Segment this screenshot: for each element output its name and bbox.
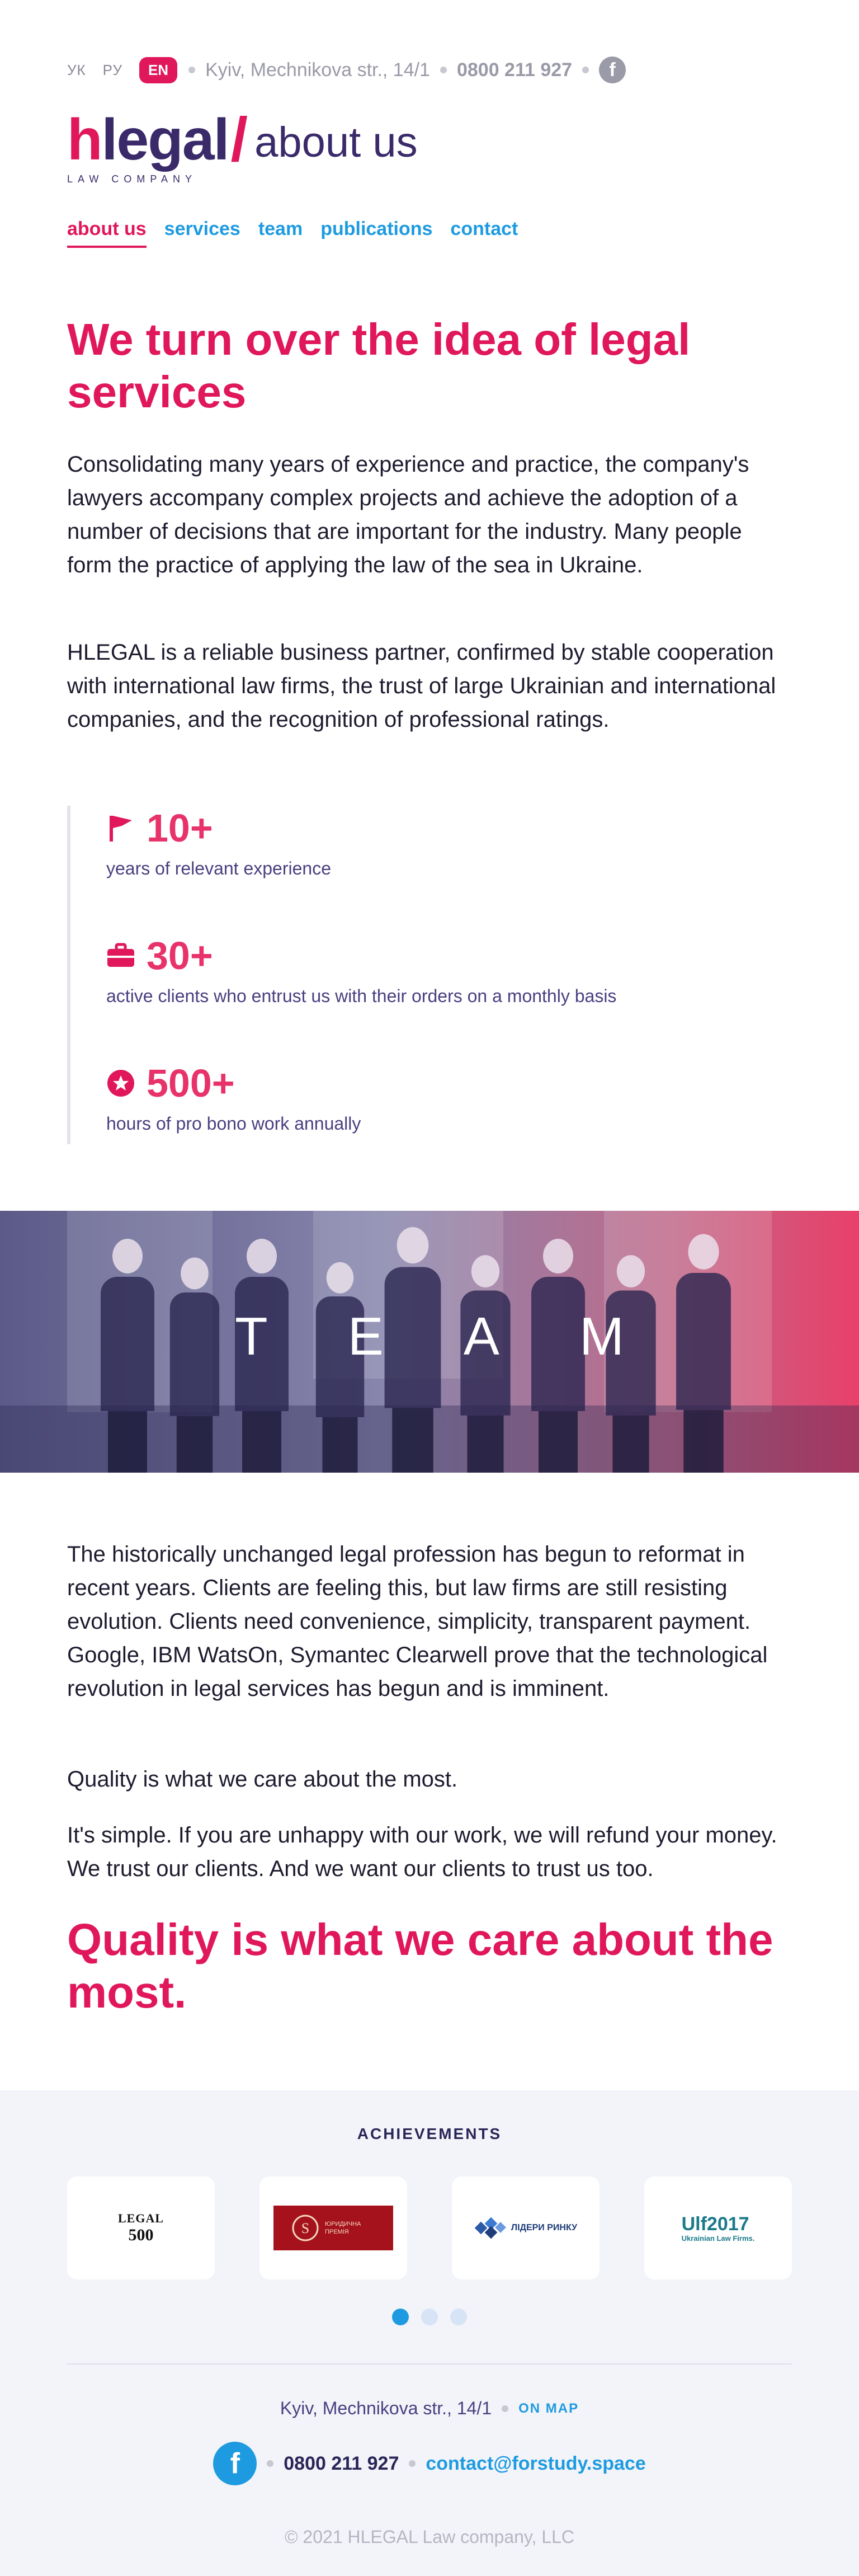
- facebook-icon[interactable]: f: [213, 2442, 257, 2485]
- separator-dot: [582, 67, 589, 73]
- header-address: Kyiv, Mechnikova str., 14/1: [205, 59, 430, 81]
- carousel-dot-1[interactable]: [392, 2309, 409, 2325]
- facebook-icon[interactable]: f: [599, 57, 626, 83]
- ulf-logo: Ulf2017 Ukrainian Law Firms.: [681, 2213, 755, 2243]
- stat-pro-bono: 500+ hours of pro bono work annually: [106, 1061, 361, 1134]
- nav-team[interactable]: team: [258, 218, 303, 248]
- legal-award-logo: S ЮРИДИЧНА ПРЕМІЯ: [273, 2206, 393, 2250]
- lang-ru[interactable]: РУ: [103, 62, 122, 79]
- stat-value: 10+: [147, 806, 213, 850]
- body-paragraph-2: Quality is what we care about the most.: [67, 1767, 458, 1792]
- flag-icon: [106, 814, 135, 843]
- separator-dot: [502, 2405, 509, 2412]
- footer-phone[interactable]: 0800 211 927: [284, 2453, 399, 2475]
- achievement-card[interactable]: Ulf2017 Ukrainian Law Firms.: [644, 2177, 792, 2279]
- team-letters: T E A M: [235, 1306, 626, 1366]
- separator-dot: [440, 67, 447, 73]
- page-title: about us: [254, 119, 418, 166]
- copyright: © 2021 HLEGAL Law company, LLC: [284, 2527, 575, 2547]
- carousel-pagination: [0, 2309, 859, 2325]
- logo-subtitle: LAW COMPANY: [67, 173, 197, 185]
- logo-wordmark: hlegal: [67, 107, 230, 172]
- footer-email[interactable]: contact@forstudy.space: [426, 2453, 645, 2475]
- footer-divider: [67, 2363, 792, 2365]
- lang-uk[interactable]: УК: [67, 62, 86, 79]
- footer-address: Kyiv, Mechnikova str., 14/1: [280, 2398, 492, 2418]
- intro-paragraph-2: HLEGAL is a reliable business partner, c…: [67, 640, 776, 732]
- stat-label: active clients who entrust us with their…: [106, 986, 617, 1006]
- nav-publications[interactable]: publications: [320, 218, 432, 248]
- team-member-figure: [101, 1239, 154, 1473]
- achievement-card[interactable]: ЛІДЕРИ РИНКУ: [452, 2177, 600, 2279]
- quality-heading: Quality is what we care about the most.: [67, 1915, 773, 2017]
- intro-heading: We turn over the idea of legal services: [67, 314, 691, 417]
- logo-slash: /: [230, 105, 248, 174]
- stat-value: 30+: [147, 934, 213, 977]
- nav-about-us[interactable]: about us: [67, 218, 147, 248]
- on-map-link[interactable]: ON MAP: [518, 2401, 579, 2417]
- header-phone[interactable]: 0800 211 927: [457, 59, 572, 81]
- team-member-figure: [169, 1257, 220, 1473]
- body-paragraph-3: It's simple. If you are unhappy with our…: [67, 1823, 777, 1881]
- market-leaders-logo: ЛІДЕРИ РИНКУ: [474, 2217, 577, 2239]
- top-bar: УК РУ EN Kyiv, Mechnikova str., 14/1 080…: [67, 56, 626, 84]
- footer-address-row: Kyiv, Mechnikova str., 14/1 ON MAP: [0, 2398, 859, 2419]
- star-icon: [106, 1069, 135, 1098]
- achievement-card[interactable]: LEGAL 500: [67, 2177, 215, 2279]
- stat-clients: 30+ active clients who entrust us with t…: [106, 933, 616, 1007]
- lang-en[interactable]: EN: [139, 57, 178, 83]
- team-banner: T E A M: [0, 1211, 859, 1473]
- stats-block: 10+ years of relevant experience 30+ act…: [67, 806, 792, 1144]
- achievements-section: ACHIEVEMENTS LEGAL 500 S ЮРИДИЧНА ПРЕМІЯ…: [0, 2090, 859, 2576]
- svg-text:S: S: [301, 2220, 309, 2236]
- nav-services[interactable]: services: [164, 218, 240, 248]
- logo[interactable]: hlegal / about us LAW COMPANY: [67, 105, 418, 190]
- main-nav: about us services team publications cont…: [67, 218, 518, 248]
- separator-dot: [267, 2460, 274, 2467]
- separator-dot: [409, 2460, 416, 2467]
- carousel-dot-3[interactable]: [450, 2309, 467, 2325]
- stat-label: years of relevant experience: [106, 858, 331, 878]
- stat-experience: 10+ years of relevant experience: [106, 806, 331, 879]
- team-member-figure: [676, 1234, 731, 1473]
- briefcase-icon: [106, 941, 135, 970]
- separator-dot: [188, 67, 196, 73]
- body-paragraph-1: The historically unchanged legal profess…: [67, 1542, 768, 1701]
- carousel-dot-2[interactable]: [421, 2309, 438, 2325]
- intro-paragraph-1: Consolidating many years of experience a…: [67, 452, 749, 577]
- footer-contact-row: f 0800 211 927 contact@forstudy.space: [0, 2442, 859, 2485]
- achievements-carousel: LEGAL 500 S ЮРИДИЧНА ПРЕМІЯ ЛІДЕРИ РИНКУ…: [67, 2177, 792, 2279]
- achievement-card[interactable]: S ЮРИДИЧНА ПРЕМІЯ: [259, 2177, 407, 2279]
- stat-label: hours of pro bono work annually: [106, 1113, 361, 1134]
- achievements-title: ACHIEVEMENTS: [357, 2125, 502, 2142]
- nav-contact[interactable]: contact: [450, 218, 518, 248]
- stat-value: 500+: [147, 1061, 235, 1105]
- legal500-logo: LEGAL 500: [117, 2211, 164, 2244]
